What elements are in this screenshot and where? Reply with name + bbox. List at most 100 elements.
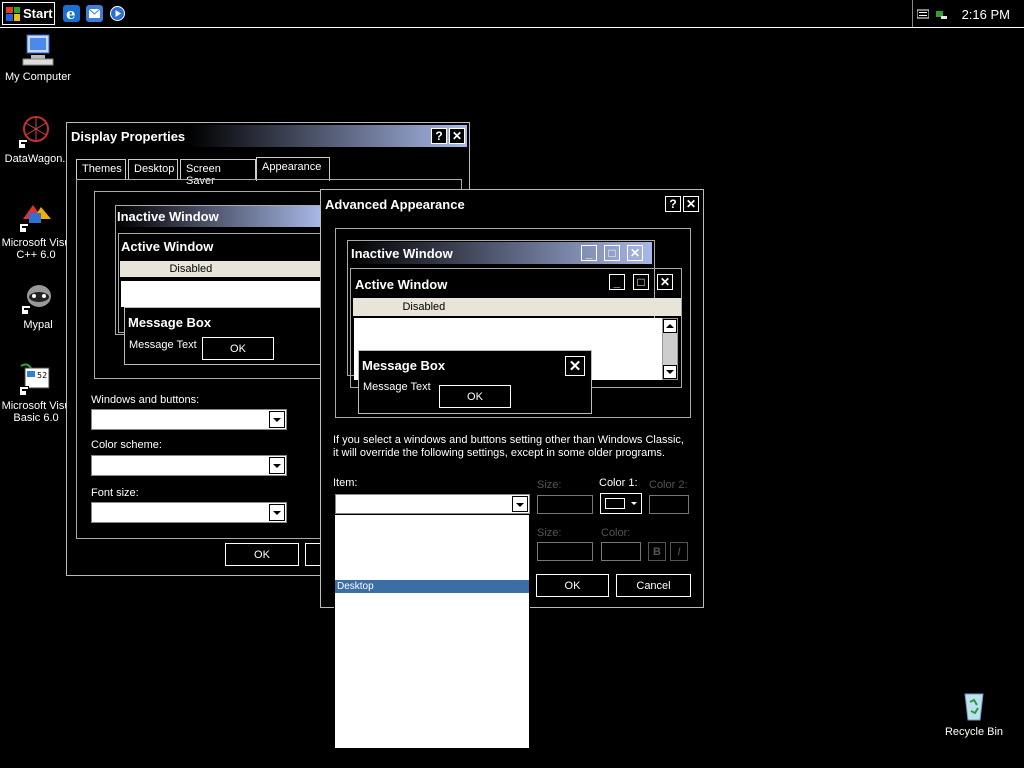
color1-picker[interactable]	[600, 493, 642, 514]
dropdown-option-blank[interactable]	[335, 516, 529, 529]
keyboard-icon[interactable]	[917, 9, 929, 19]
close-icon: ✕	[627, 245, 643, 261]
color-swatch	[605, 498, 625, 509]
bold-button: B	[648, 542, 666, 561]
desktop-icon-label: Mypal	[23, 319, 53, 331]
windows-logo-icon	[6, 6, 20, 21]
size-spinner	[537, 495, 593, 514]
msgbox-title: Message Box	[128, 315, 212, 330]
font-size-select	[537, 542, 593, 561]
color-scheme-select[interactable]	[91, 455, 287, 476]
desktop-icon-mypal[interactable]: Mypal	[4, 281, 72, 331]
ie-icon[interactable]: e	[63, 5, 80, 23]
msgbox-ok-button: OK	[439, 385, 511, 408]
taskbar: Start e 2:16 PM	[0, 0, 1024, 28]
windows-buttons-label: Windows and buttons:	[91, 394, 200, 406]
chevron-down-icon[interactable]	[512, 496, 528, 512]
font-size-label: Size:	[537, 527, 562, 539]
desktop-icon-label: My Computer	[4, 71, 72, 83]
media-player-icon[interactable]	[109, 5, 126, 22]
start-label: Start	[23, 6, 53, 21]
tab-desktop[interactable]: Desktop	[128, 159, 178, 179]
preview-menu-bar: Normal Disabled Selected	[120, 261, 322, 277]
advanced-appearance-titlebar[interactable]: Advanced Appearance	[323, 193, 701, 215]
clock[interactable]: 2:16 PM	[962, 7, 1010, 22]
desktop-icon-label: Microsoft Visu	[1, 237, 71, 249]
preview-active-title: Active Window	[121, 239, 214, 254]
close-icon: ✕	[565, 356, 585, 376]
display-properties-titlebar[interactable]: Display Properties	[69, 125, 467, 147]
close-button[interactable]: ✕	[683, 196, 699, 212]
chevron-down-icon[interactable]	[269, 457, 285, 474]
preview-message-box: Message Box Message Text OK	[124, 307, 324, 365]
font-color-picker	[601, 542, 641, 561]
scroll-down-arrow-icon	[663, 365, 677, 379]
preview-menu-bar: Normal Disabled Selected	[353, 298, 681, 316]
tab-strip: Themes Desktop Screen Saver Appearance	[76, 157, 376, 187]
desktop-icon-datawagon[interactable]: DataWagon.	[0, 115, 70, 165]
font-color-label: Color:	[601, 527, 631, 539]
ok-button[interactable]: OK	[225, 543, 299, 566]
minimize-icon: _	[581, 245, 597, 261]
desktop-icon-vcpp[interactable]: Microsoft Visu C++ 6.0	[0, 199, 72, 261]
preview-window-text-area	[121, 281, 321, 307]
datawagon-icon	[18, 115, 52, 149]
item-label: Item:	[333, 477, 358, 489]
dropdown-option-blank[interactable]	[335, 529, 529, 542]
chevron-down-icon	[631, 502, 637, 505]
minimize-icon: _	[609, 274, 625, 290]
color2-picker	[649, 495, 689, 514]
desktop-icon-my-computer[interactable]: My Computer	[4, 33, 72, 83]
vb-icon: 52	[19, 362, 53, 396]
font-size-select[interactable]	[91, 502, 287, 523]
item-select[interactable]	[335, 494, 530, 514]
shortcut-arrow-icon	[19, 386, 29, 396]
help-button[interactable]: ?	[665, 196, 681, 212]
dropdown-option-blank[interactable]	[335, 542, 529, 555]
tab-themes[interactable]: Themes	[76, 159, 126, 179]
desktop-icon-label: DataWagon.	[4, 153, 66, 165]
desktop-icon-vb[interactable]: 52 Microsoft Visu Basic 6.0	[0, 362, 72, 424]
preview-message-box: Message Box ✕ Message Text OK	[358, 350, 592, 414]
msgbox-ok-button: OK	[202, 337, 274, 360]
italic-button: I	[670, 542, 688, 561]
font-size-label: Font size:	[91, 487, 139, 499]
recycle-bin-icon	[957, 688, 991, 722]
size-label: Size:	[537, 479, 562, 491]
item-dropdown-list[interactable]: Desktop	[334, 514, 530, 749]
msgbox-text: Message Text	[363, 381, 431, 393]
color2-label: Color 2:	[649, 479, 688, 491]
preview-active-title: Active Window	[355, 277, 448, 292]
mypal-icon	[21, 281, 55, 315]
scroll-up-arrow-icon	[663, 319, 677, 333]
close-icon: ✕	[657, 274, 673, 290]
preview-scrollbar	[662, 318, 678, 380]
computer-icon	[21, 33, 55, 67]
tab-screen-saver[interactable]: Screen Saver	[180, 159, 256, 187]
close-button[interactable]: ✕	[449, 128, 465, 144]
dropdown-option-desktop[interactable]: Desktop	[335, 580, 529, 593]
desktop-icon-label-line2: C++ 6.0	[16, 249, 56, 261]
svg-text:52: 52	[37, 371, 47, 380]
start-button[interactable]: Start	[2, 2, 55, 25]
desktop-icon-recycle-bin[interactable]: Recycle Bin	[940, 688, 1008, 738]
windows-buttons-select[interactable]	[91, 409, 287, 430]
dropdown-option-blank[interactable]	[335, 555, 529, 568]
ok-button[interactable]: OK	[536, 574, 609, 597]
desktop-icon-label: Recycle Bin	[944, 726, 1004, 738]
shortcut-arrow-icon	[21, 305, 31, 315]
info-text-line1: If you select a windows and buttons sett…	[333, 434, 684, 446]
color-scheme-label: Color scheme:	[91, 439, 162, 451]
cancel-button[interactable]: Cancel	[616, 574, 691, 597]
outlook-icon[interactable]	[86, 5, 103, 22]
network-icon[interactable]	[935, 9, 947, 19]
window-title: Advanced Appearance	[325, 196, 465, 212]
tab-appearance[interactable]: Appearance	[256, 157, 330, 181]
desktop-icon-label: Microsoft Visu	[1, 400, 71, 412]
chevron-down-icon[interactable]	[269, 411, 285, 428]
chevron-down-icon[interactable]	[269, 504, 285, 521]
maximize-icon: □	[604, 245, 620, 261]
help-button[interactable]: ?	[431, 128, 447, 144]
shortcut-arrow-icon	[19, 223, 29, 233]
window-title: Display Properties	[71, 128, 186, 144]
